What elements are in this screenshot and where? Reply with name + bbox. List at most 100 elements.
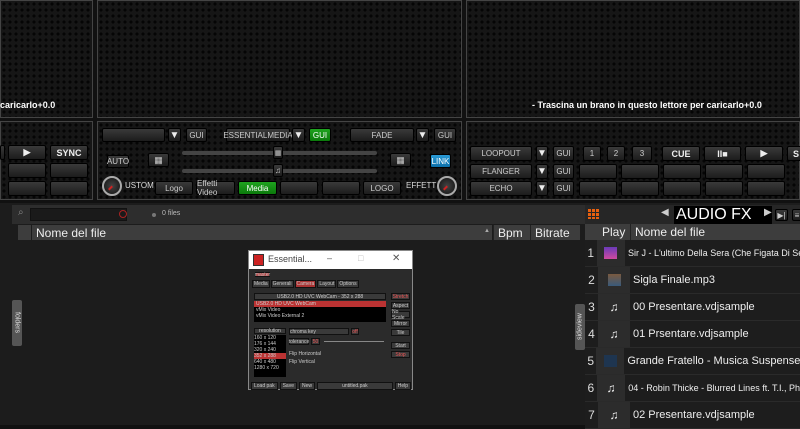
column-name[interactable]: Nome del file [32,225,492,240]
album-art-icon[interactable] [598,267,630,293]
save-button[interactable]: Save [279,382,297,390]
list-item[interactable]: 4 ♫ 01 Prsentare.vdjsample [585,321,800,348]
fx-slot-1[interactable]: LOOPOUT [470,146,532,161]
list-item[interactable]: 1 Sir J - L'ultimo Della Sera (Che Figata… [585,240,800,267]
sideview-column-play[interactable]: Play [598,224,630,240]
pad[interactable] [579,164,617,179]
video-slot-1[interactable] [102,128,165,142]
left-pad[interactable] [8,181,46,196]
left-pad[interactable] [50,163,88,178]
pad[interactable] [705,181,743,196]
right-sync-button[interactable]: S [787,146,800,161]
sideview-column-name[interactable]: Nome del file [630,224,800,240]
fx-dropdown-3[interactable]: ▼ [536,181,548,196]
resolution-item[interactable]: 1280 x 720 [254,365,286,371]
prev-view-icon[interactable]: ◀ [661,207,669,218]
chroma-off[interactable]: off [351,328,359,335]
pad[interactable] [663,164,701,179]
folders-tab[interactable]: folders [12,300,22,346]
list-item[interactable]: 5 Grande Fratello - Musica Suspense.mp3 [585,348,800,375]
left-knob[interactable] [102,176,122,196]
menu-camera[interactable]: Camera [294,280,317,288]
skip-icon[interactable]: ▶| [775,209,788,221]
pad[interactable] [747,164,785,179]
empty-button[interactable] [280,181,318,195]
menu-layout[interactable]: Layout [317,280,337,288]
film-right-icon[interactable]: ▦ [390,153,411,167]
pad[interactable] [705,164,743,179]
fx-gui-1[interactable]: GUI [553,146,574,161]
fx-dropdown-2[interactable]: ▼ [536,164,548,179]
pad[interactable] [747,181,785,196]
pad[interactable] [579,181,617,196]
left-button[interactable] [0,145,5,160]
flip-vertical-checkbox[interactable]: Flip Vertical [289,359,315,365]
fx-slot-3[interactable]: ECHO [470,181,532,196]
music-note-icon[interactable]: ♫ [596,375,626,401]
flip-horizontal-checkbox[interactable]: Flip Horizontal [289,351,321,357]
hotcue-1[interactable]: 1 [583,146,601,161]
tolerance-slider[interactable] [324,341,384,342]
column-bpm[interactable]: Bpm [493,225,530,240]
stop-button[interactable]: Stop [391,351,410,358]
clear-search-icon[interactable] [119,210,127,218]
hotcue-2[interactable]: 2 [607,146,625,161]
source-list[interactable]: USB2.0 HD UVC WebCam vMix Video vMix Vid… [254,301,386,322]
album-art-icon[interactable] [596,348,625,374]
resolution-list[interactable]: 160 x 120 176 x 144 320 x 240 352 x 288 … [254,335,286,377]
video-effects-button[interactable]: Effetti Video [196,179,235,197]
pad[interactable] [621,181,659,196]
grid-icon[interactable] [588,209,600,219]
pause-stop-button[interactable]: II■ [704,146,741,161]
logo-button[interactable]: Logo [155,181,193,195]
start-button[interactable]: Start [391,342,410,349]
menu-general[interactable]: Generali [270,280,294,288]
gui-button-1[interactable]: GUI [186,128,207,142]
audio-crossfader-handle[interactable]: ♫ [273,164,283,177]
mirror-button[interactable]: Mirror [391,320,410,327]
next-view-icon[interactable]: ▶ [764,207,772,218]
tile-button[interactable]: Tile [391,329,410,336]
right-knob[interactable] [437,176,457,196]
dropdown-1[interactable]: ▼ [168,128,181,142]
source-item[interactable]: vMix Video External 2 [254,313,386,319]
film-left-icon[interactable]: ▦ [148,153,169,167]
media-button[interactable]: Media [238,181,277,195]
dropdown-2[interactable]: ▼ [292,128,305,142]
gui-button-3[interactable]: GUI [434,128,456,142]
new-button[interactable]: New [298,382,315,390]
stretch-button[interactable]: Stretch [391,293,410,300]
maximize-button[interactable]: □ [358,253,363,263]
auto-button[interactable]: AUTO [107,155,129,168]
help-button[interactable]: Help [394,382,411,390]
list-item[interactable]: 2 Sigla Finale.mp3 [585,267,800,294]
dropdown-3[interactable]: ▼ [416,128,429,142]
pad[interactable] [663,181,701,196]
empty-button[interactable] [322,181,360,195]
list-item[interactable]: 3 ♫ 00 Presentare.vdjsample [585,294,800,321]
fx-dropdown-1[interactable]: ▼ [536,146,548,161]
link-button[interactable]: LINK [430,154,451,168]
list-item[interactable]: 6 ♫ 04 - Robin Thicke - Blurred Lines ft. … [585,375,800,402]
video-slot-2[interactable]: ESSENTIALMEDIA [223,128,293,142]
fx-gui-2[interactable]: GUI [553,164,574,179]
left-pad[interactable] [8,163,46,178]
left-play-button[interactable]: ▶ [8,145,46,160]
album-art-icon[interactable] [596,240,625,266]
chroma-key-field[interactable]: chroma key [289,328,349,335]
pad[interactable] [621,164,659,179]
cue-button[interactable]: CUE [662,146,700,161]
music-note-icon[interactable]: ♫ [598,402,630,428]
column-bitrate[interactable]: Bitrate [530,225,580,240]
right-play-button[interactable]: ▶ [745,146,783,161]
noscale-button[interactable]: No Scale [391,309,410,321]
left-pad[interactable] [50,181,88,196]
music-note-icon[interactable]: ♫ [598,294,630,320]
hotcue-3[interactable]: 3 [632,146,652,161]
video-crossfader-handle[interactable]: ▦ [273,146,283,159]
load-pak-button[interactable]: Load pak [251,382,278,390]
left-sync-button[interactable]: SYNC [50,145,88,160]
minimize-button[interactable]: – [327,253,332,263]
fx-slot-2[interactable]: FLANGER [470,164,532,179]
music-note-icon[interactable]: ♫ [598,321,630,347]
